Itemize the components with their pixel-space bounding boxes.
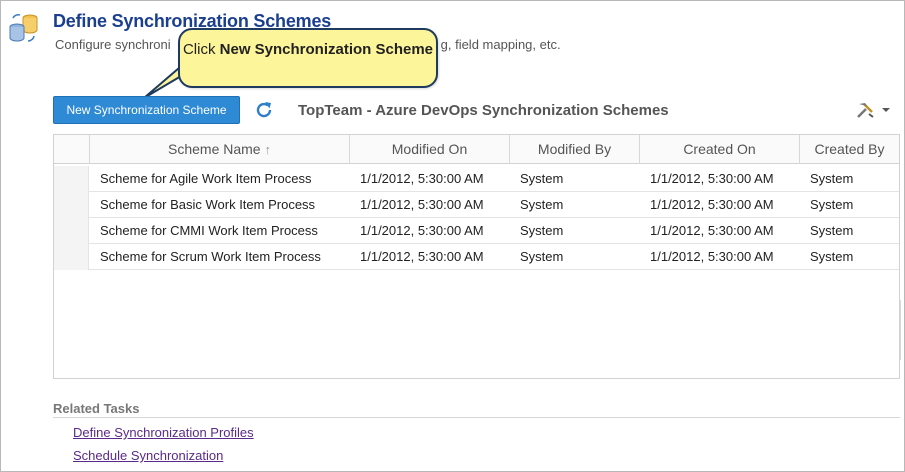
table-row[interactable]: Scheme for CMMI Work Item Process 1/1/20…	[54, 218, 899, 244]
cell-created-by: System	[810, 249, 854, 264]
database-sync-icon	[9, 14, 38, 42]
cell-created-on: 1/1/2012, 5:30:00 AM	[650, 171, 774, 186]
sort-ascending-icon: ↑	[264, 142, 271, 157]
cell-modified-by: System	[520, 197, 564, 212]
callout-prefix: Click	[182, 41, 220, 58]
table-row[interactable]: Scheme for Basic Work Item Process 1/1/2…	[54, 192, 899, 218]
cell-created-by: System	[810, 171, 854, 186]
refresh-icon[interactable]	[254, 99, 274, 121]
cell-scheme-name: Scheme for CMMI Work Item Process	[100, 223, 318, 238]
cell-modified-on: 1/1/2012, 5:30:00 AM	[360, 197, 484, 212]
callout-bold-text: New Synchronization Scheme	[219, 41, 434, 58]
page-description-start: Configure synchroni	[55, 37, 171, 52]
window-resize-edge	[900, 300, 904, 360]
table-row[interactable]: Scheme for Scrum Work Item Process 1/1/2…	[54, 244, 899, 270]
instruction-callout: Click New Synchronization Scheme	[178, 28, 438, 88]
select-column-header	[54, 135, 90, 164]
cell-created-by: System	[810, 197, 854, 212]
cell-modified-on: 1/1/2012, 5:30:00 AM	[360, 171, 484, 186]
table-row[interactable]: Scheme for Agile Work Item Process 1/1/2…	[54, 166, 899, 192]
column-header-modified-by[interactable]: Modified By	[510, 135, 640, 164]
related-tasks-divider	[53, 417, 900, 418]
cell-modified-on: 1/1/2012, 5:30:00 AM	[360, 223, 484, 238]
cell-modified-by: System	[520, 249, 564, 264]
column-header-modified-on[interactable]: Modified On	[350, 135, 510, 164]
related-tasks-title: Related Tasks	[53, 401, 140, 416]
row-selector[interactable]	[54, 166, 89, 192]
cell-modified-by: System	[520, 223, 564, 238]
cell-created-by: System	[810, 223, 854, 238]
cell-scheme-name: Scheme for Basic Work Item Process	[100, 197, 316, 212]
schemes-grid: Scheme Name ↑ Modified On Modified By Cr…	[53, 134, 900, 379]
tools-icon[interactable]	[855, 100, 895, 120]
row-selector[interactable]	[54, 244, 89, 270]
cell-scheme-name: Scheme for Scrum Work Item Process	[100, 249, 321, 264]
column-header-scheme-name[interactable]: Scheme Name ↑	[90, 135, 350, 164]
page-description-end: g, field mapping, etc.	[440, 37, 561, 52]
cell-scheme-name: Scheme for Agile Work Item Process	[100, 171, 312, 186]
grid-header: Scheme Name ↑ Modified On Modified By Cr…	[54, 135, 899, 164]
cell-modified-on: 1/1/2012, 5:30:00 AM	[360, 249, 484, 264]
column-header-created-by[interactable]: Created By	[800, 135, 899, 164]
grid-title: TopTeam - Azure DevOps Synchronization S…	[298, 102, 669, 119]
cell-created-on: 1/1/2012, 5:30:00 AM	[650, 197, 774, 212]
row-selector[interactable]	[54, 218, 89, 244]
define-synchronization-profiles-link[interactable]: Define Synchronization Profiles	[73, 425, 254, 440]
column-header-created-on[interactable]: Created On	[640, 135, 800, 164]
schedule-synchronization-link[interactable]: Schedule Synchronization	[73, 448, 223, 463]
cell-created-on: 1/1/2012, 5:30:00 AM	[650, 249, 774, 264]
new-synchronization-scheme-button[interactable]: New Synchronization Scheme	[53, 96, 240, 124]
cell-created-on: 1/1/2012, 5:30:00 AM	[650, 223, 774, 238]
row-selector[interactable]	[54, 192, 89, 218]
column-label: Scheme Name	[168, 141, 261, 157]
cell-modified-by: System	[520, 171, 564, 186]
